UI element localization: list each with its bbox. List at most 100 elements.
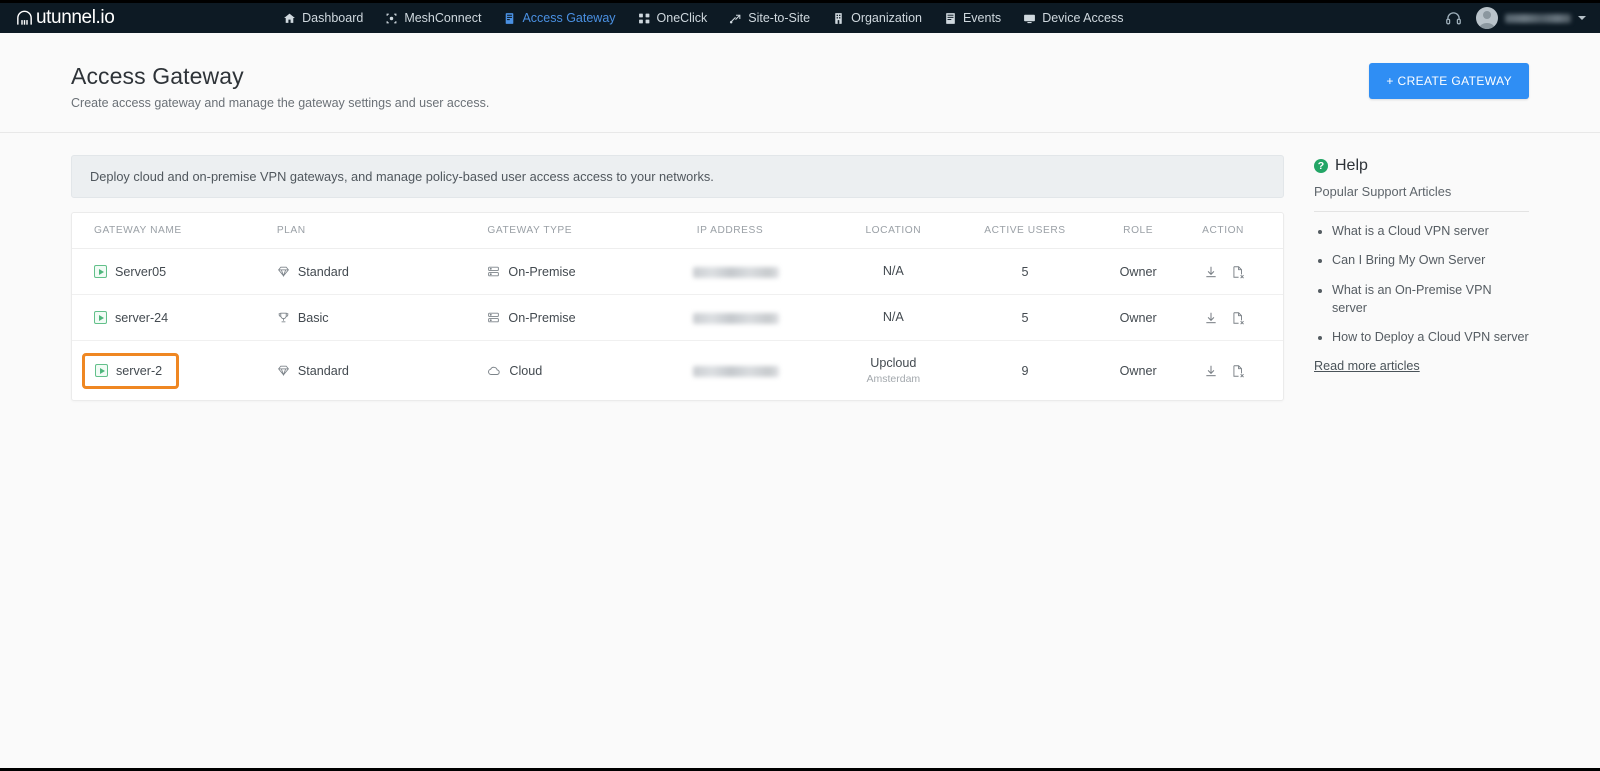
help-article-list: What is a Cloud VPN server Can I Bring M…	[1314, 222, 1529, 346]
plan-text: Standard	[297, 264, 349, 279]
nav-item-device-access[interactable]: Device Access	[1023, 6, 1123, 30]
help-article-item[interactable]: How to Deploy a Cloud VPN server	[1332, 328, 1529, 346]
help-article-item[interactable]: Can I Bring My Own Server	[1332, 251, 1529, 269]
nav-right-section	[1445, 7, 1586, 29]
cell-gateway-type: Cloud	[477, 341, 682, 401]
table-row[interactable]: server-2 Standard Cloud Upcloud Amsterda…	[72, 341, 1283, 401]
help-article-item[interactable]: What is an On-Premise VPN server	[1332, 281, 1529, 318]
table-header-row: GATEWAY NAME PLAN GATEWAY TYPE IP ADDRES…	[72, 213, 1283, 249]
cell-gateway-type: On-Premise	[477, 248, 683, 295]
oneclick-icon	[638, 12, 651, 25]
download-config-icon[interactable]	[1204, 364, 1218, 378]
revoke-config-icon[interactable]	[1231, 265, 1245, 279]
tunnel-logo-icon	[14, 8, 35, 28]
server-stack-icon	[487, 311, 500, 324]
headset-icon[interactable]	[1445, 10, 1462, 27]
mesh-icon	[385, 12, 398, 25]
gateway-running-icon	[95, 364, 108, 378]
nav-label: Access Gateway	[522, 11, 616, 25]
location-text: N/A	[882, 310, 904, 324]
gateway-type-text: On-Premise	[508, 264, 576, 279]
column-header-active-users[interactable]: ACTIVE USERS	[961, 213, 1089, 249]
nav-label: Dashboard	[302, 11, 364, 25]
cell-actions	[1188, 294, 1283, 341]
cell-role: Owner	[1119, 363, 1157, 378]
cell-gateway-type: On-Premise	[477, 294, 683, 341]
ip-address-redacted	[692, 312, 779, 324]
page-title: Access Gateway	[71, 63, 244, 89]
nav-item-site-to-site[interactable]: Site-to-Site	[729, 6, 810, 30]
nav-item-events[interactable]: Events	[944, 6, 1001, 30]
location-subtext: Amsterdam	[866, 373, 921, 385]
table-row[interactable]: server-24 Basic On-Premise N/A 5 Owner	[72, 294, 1283, 341]
user-menu[interactable]	[1475, 7, 1586, 29]
user-name-redacted	[1504, 13, 1571, 23]
help-title-text: Help	[1335, 157, 1368, 174]
page-header: Access Gateway Create access gateway and…	[0, 33, 1600, 133]
nav-label: MeshConnect	[404, 11, 482, 25]
cell-active-users: 5	[961, 248, 1089, 295]
help-circle-icon: ?	[1314, 159, 1328, 173]
table-row[interactable]: Server05 Standard On-Premise N/A 5 Owner	[72, 248, 1283, 295]
revoke-config-icon[interactable]	[1231, 311, 1245, 325]
gateway-icon	[503, 12, 516, 25]
download-config-icon[interactable]	[1204, 311, 1218, 325]
nav-item-dashboard[interactable]: Dashboard	[283, 6, 363, 30]
cell-location: N/A	[824, 248, 962, 295]
create-gateway-button[interactable]: + CREATE GATEWAY	[1369, 63, 1529, 99]
page-header-text: Access Gateway Create access gateway and…	[71, 63, 489, 110]
page-subtitle: Create access gateway and manage the gat…	[71, 96, 490, 110]
diamond-icon	[277, 364, 290, 377]
column-header-gateway-type[interactable]: GATEWAY TYPE	[477, 213, 683, 249]
cell-gateway-name[interactable]: server-2	[72, 341, 267, 401]
cell-ip-address	[682, 248, 825, 295]
read-more-articles-link[interactable]: Read more articles	[1314, 359, 1420, 373]
cell-gateway-name[interactable]: server-24	[72, 294, 267, 341]
cell-gateway-name[interactable]: Server05	[72, 248, 267, 295]
ip-address-redacted	[692, 266, 779, 278]
column-header-ip-address[interactable]: IP ADDRESS	[682, 213, 825, 249]
nav-items: Dashboard MeshConnect Access Gateway One…	[283, 6, 1123, 44]
cell-plan: Basic	[266, 294, 478, 341]
highlight-box-server-2[interactable]: server-2	[82, 352, 180, 389]
gateway-table-card: GATEWAY NAME PLAN GATEWAY TYPE IP ADDRES…	[71, 212, 1284, 402]
cell-ip-address	[682, 294, 825, 341]
nav-label: Device Access	[1042, 11, 1124, 25]
diamond-icon	[277, 265, 290, 278]
nav-item-organization[interactable]: Organization	[832, 6, 922, 30]
page-body: Deploy cloud and on-premise VPN gateways…	[55, 133, 1545, 402]
help-article-item[interactable]: What is a Cloud VPN server	[1332, 222, 1529, 240]
column-header-action: ACTION	[1188, 213, 1283, 249]
column-header-role[interactable]: ROLE	[1088, 213, 1189, 249]
avatar	[1475, 7, 1498, 29]
gateway-name-text: server-2	[116, 363, 163, 378]
organization-icon	[832, 12, 845, 25]
site-to-site-icon	[729, 12, 742, 25]
column-header-location[interactable]: LOCATION	[824, 213, 962, 249]
server-stack-icon	[487, 265, 500, 278]
nav-label: Organization	[851, 11, 922, 25]
top-navigation-bar: utunnel.io Dashboard MeshConnect Access …	[0, 3, 1600, 44]
cell-plan: Standard	[266, 248, 478, 295]
cell-role: Owner	[1088, 294, 1189, 341]
cloud-icon	[487, 364, 501, 378]
gateway-running-icon	[94, 311, 107, 324]
device-access-icon	[1023, 12, 1036, 25]
nav-item-oneclick[interactable]: OneClick	[638, 6, 707, 30]
cell-location: Upcloud Amsterdam	[825, 341, 962, 401]
nav-item-access-gateway[interactable]: Access Gateway	[503, 6, 616, 44]
plan-text: Basic	[297, 310, 329, 325]
app-window: utunnel.io Dashboard MeshConnect Access …	[0, 0, 1600, 771]
cell-ip-address	[683, 341, 825, 401]
column-header-plan[interactable]: PLAN	[266, 213, 478, 249]
cell-actions	[1188, 248, 1283, 295]
revoke-config-icon[interactable]	[1231, 364, 1245, 378]
gateway-name-text: Server05	[115, 264, 167, 279]
chevron-down-icon	[1577, 16, 1586, 20]
download-config-icon[interactable]	[1204, 265, 1218, 279]
column-header-gateway-name[interactable]: GATEWAY NAME	[72, 213, 267, 249]
cell-role: Owner	[1088, 248, 1189, 295]
plan-text: Standard	[297, 363, 349, 378]
brand-logo[interactable]: utunnel.io	[14, 7, 115, 29]
nav-item-meshconnect[interactable]: MeshConnect	[385, 6, 481, 30]
